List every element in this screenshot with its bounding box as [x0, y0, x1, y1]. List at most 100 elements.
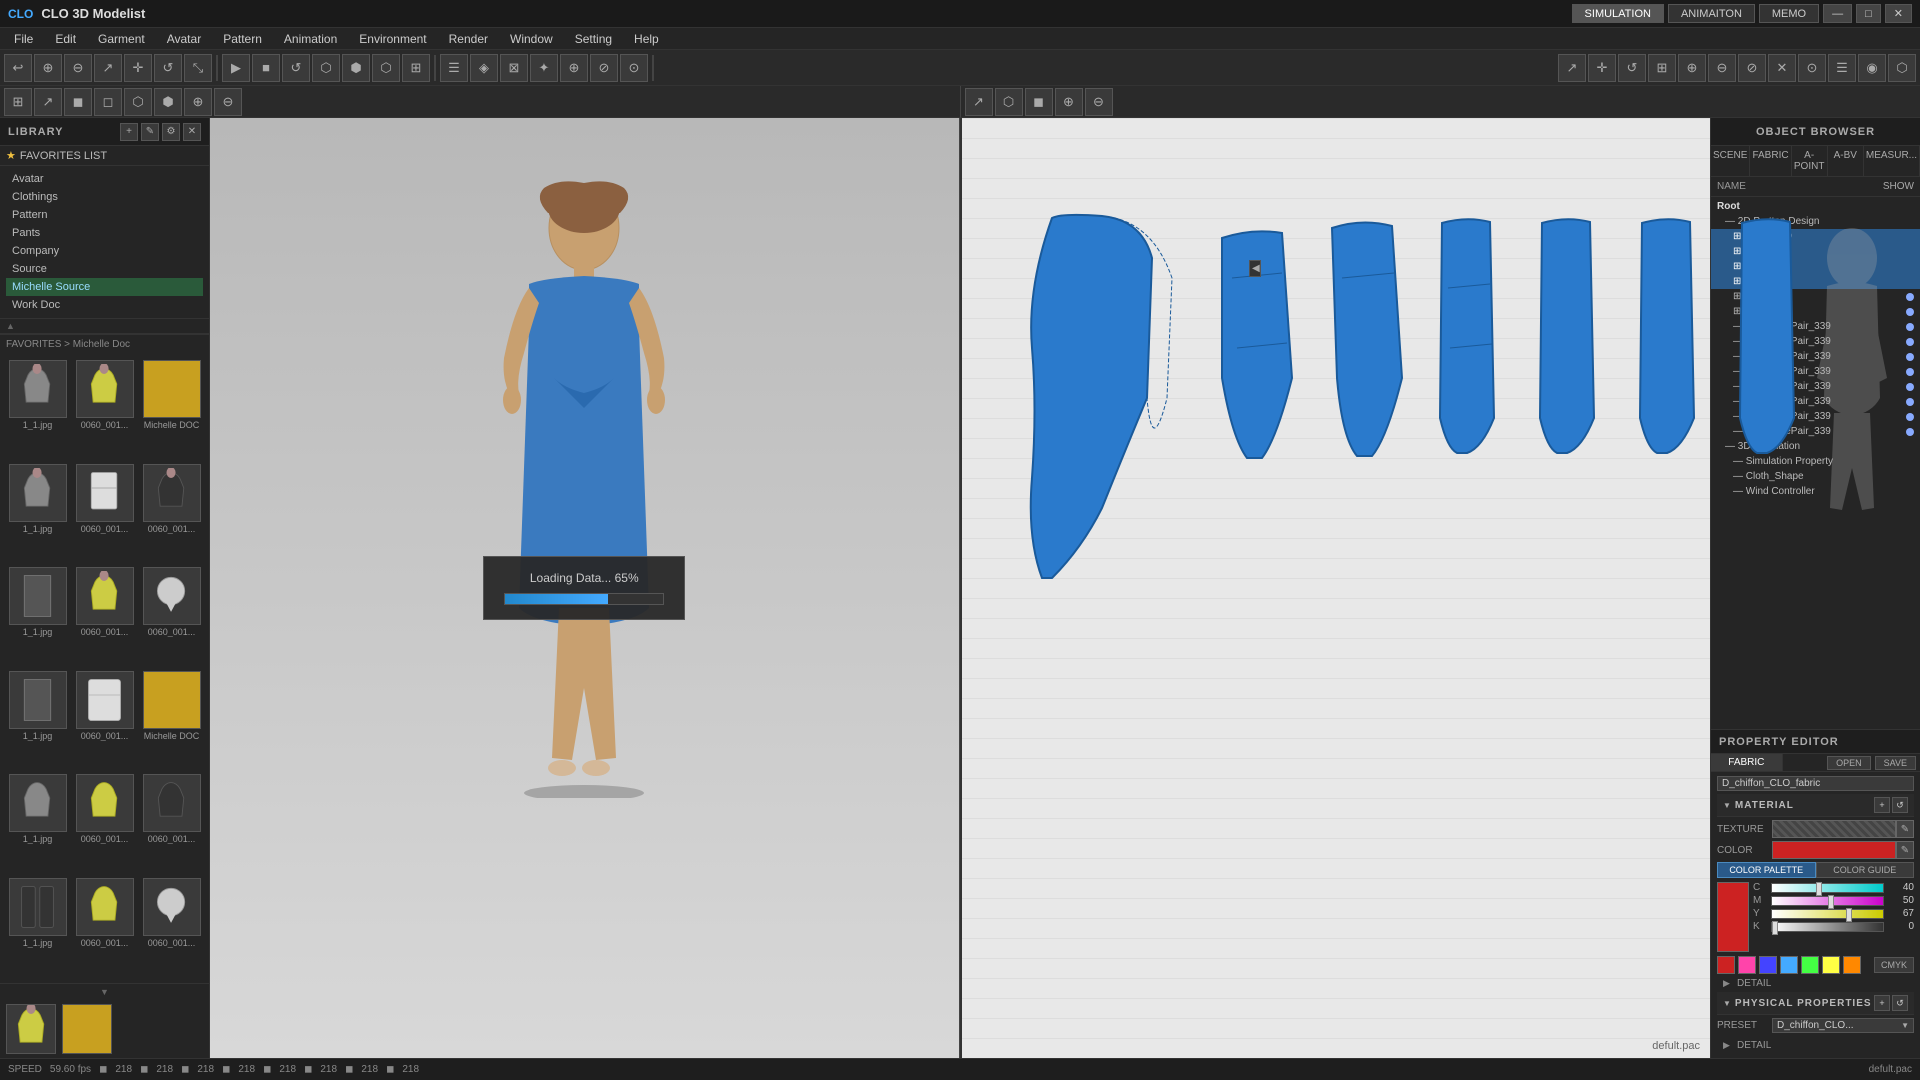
tb-btn-2[interactable]: ⊕ — [34, 54, 62, 82]
menu-pattern[interactable]: Pattern — [213, 30, 272, 48]
tb-right-1[interactable]: ↗ — [1558, 54, 1586, 82]
tb2-btn-1[interactable]: ⊞ — [4, 88, 32, 116]
tb-btn-15[interactable]: ⊙ — [620, 54, 648, 82]
nav-pants[interactable]: Pants — [6, 224, 203, 242]
tb-right-5[interactable]: ⊕ — [1678, 54, 1706, 82]
nav-source[interactable]: Source — [6, 260, 203, 278]
list-item[interactable]: 1_1.jpg — [6, 878, 69, 978]
panel-collapse-btn[interactable]: ◀ — [1249, 260, 1261, 277]
tb-right-8[interactable]: ✕ — [1768, 54, 1796, 82]
nav-clothings[interactable]: Clothings — [6, 188, 203, 206]
library-icon-add[interactable]: + — [120, 123, 138, 141]
tb2-right-1[interactable]: ↗ — [965, 88, 993, 116]
tb-right-10[interactable]: ☰ — [1828, 54, 1856, 82]
tb-btn-10[interactable]: ◈ — [470, 54, 498, 82]
menu-help[interactable]: Help — [624, 30, 669, 48]
material-icon-1[interactable]: + — [1874, 797, 1890, 813]
list-item[interactable]: 0060_001... — [140, 464, 203, 564]
tb2-btn-5[interactable]: ⬡ — [124, 88, 152, 116]
material-icon-2[interactable]: ↺ — [1892, 797, 1908, 813]
list-item[interactable]: 0060_001... — [140, 567, 203, 667]
tb-btn-5[interactable]: ⬡ — [312, 54, 340, 82]
library-icon-settings[interactable]: ⚙ — [162, 123, 180, 141]
ob-show-button[interactable]: SHOW — [1883, 181, 1914, 192]
maximize-button[interactable]: □ — [1856, 4, 1881, 23]
menu-window[interactable]: Window — [500, 30, 563, 48]
tb2-right-4[interactable]: ⊕ — [1055, 88, 1083, 116]
ob-tab-scene[interactable]: SCENE — [1711, 146, 1750, 176]
list-item[interactable]: 1_1.jpg — [6, 671, 69, 771]
menu-edit[interactable]: Edit — [45, 30, 86, 48]
list-item[interactable]: 1_1.jpg — [6, 464, 69, 564]
viewport-2d[interactable]: defult.pac — [962, 118, 1711, 1058]
cp-tab-guide[interactable]: COLOR GUIDE — [1816, 862, 1915, 878]
tb-btn-7[interactable]: ⬡ — [372, 54, 400, 82]
tb2-btn-4[interactable]: ◻ — [94, 88, 122, 116]
swatch-pink[interactable] — [1738, 956, 1756, 974]
tb2-right-2[interactable]: ⬡ — [995, 88, 1023, 116]
list-item[interactable]: 0060_001... — [73, 774, 136, 874]
tb-right-4[interactable]: ⊞ — [1648, 54, 1676, 82]
swatch-lightblue[interactable] — [1780, 956, 1798, 974]
cmyk-y-handle[interactable] — [1846, 908, 1852, 922]
physical-section-header[interactable]: ▼ PHYSICAL PROPERTIES + ↺ — [1717, 992, 1914, 1015]
viewport-3d[interactable]: Loading Data... 65% — [210, 118, 960, 1058]
tb-btn-sim[interactable]: ▶ — [222, 54, 250, 82]
menu-render[interactable]: Render — [439, 30, 498, 48]
tb-right-9[interactable]: ⊙ — [1798, 54, 1826, 82]
list-item[interactable]: 1_1.jpg — [6, 360, 69, 460]
pe-tab-fabric[interactable]: FABRIC — [1711, 754, 1783, 771]
swatch-red[interactable] — [1717, 956, 1735, 974]
texture-edit-btn[interactable]: ✎ — [1896, 820, 1914, 838]
library-icon-close[interactable]: ✕ — [183, 123, 201, 141]
tb-btn-move[interactable]: ✛ — [124, 54, 152, 82]
fabric-name-input[interactable] — [1717, 776, 1914, 791]
tb-btn-scale[interactable]: ⤡ — [184, 54, 212, 82]
menu-setting[interactable]: Setting — [565, 30, 622, 48]
ob-tab-abv[interactable]: A-BV — [1828, 146, 1864, 176]
cmyk-mode-btn[interactable]: CMYK — [1874, 957, 1914, 973]
tb-right-12[interactable]: ⬡ — [1888, 54, 1916, 82]
detail-row-2[interactable]: ▶ DETAIL — [1717, 1036, 1914, 1054]
close-button[interactable]: ✕ — [1885, 4, 1912, 23]
tb2-btn-8[interactable]: ⊖ — [214, 88, 242, 116]
ob-tab-fabric[interactable]: FABRIC — [1750, 146, 1791, 176]
tb-btn-9[interactable]: ☰ — [440, 54, 468, 82]
menu-animation[interactable]: Animation — [274, 30, 347, 48]
tb-btn-reset[interactable]: ↺ — [282, 54, 310, 82]
list-item[interactable]: 0060_001... — [140, 878, 203, 978]
tb2-btn-7[interactable]: ⊕ — [184, 88, 212, 116]
nav-avatar[interactable]: Avatar — [6, 170, 203, 188]
tb2-btn-6[interactable]: ⬢ — [154, 88, 182, 116]
tb-btn-3[interactable]: ⊖ — [64, 54, 92, 82]
tb-btn-stop[interactable]: ■ — [252, 54, 280, 82]
tb-right-7[interactable]: ⊘ — [1738, 54, 1766, 82]
tb2-btn-3[interactable]: ◼ — [64, 88, 92, 116]
minimize-button[interactable]: — — [1823, 4, 1852, 23]
list-item-bottom[interactable] — [0, 1000, 209, 1058]
list-item[interactable]: 0060_001... — [140, 774, 203, 874]
preset-value[interactable]: D_chiffon_CLO... ▼ — [1772, 1018, 1914, 1033]
tb-right-11[interactable]: ◉ — [1858, 54, 1886, 82]
list-item[interactable]: 1_1.jpg — [6, 774, 69, 874]
list-item[interactable]: 0060_001... — [73, 878, 136, 978]
nav-work-doc[interactable]: Work Doc — [6, 296, 203, 314]
nav-pattern[interactable]: Pattern — [6, 206, 203, 224]
tb2-right-5[interactable]: ⊖ — [1085, 88, 1113, 116]
cmyk-m-handle[interactable] — [1828, 895, 1834, 909]
pe-open-btn[interactable]: OPEN — [1827, 756, 1871, 770]
ob-tab-apoint[interactable]: A-POINT — [1792, 146, 1828, 176]
tb-right-2[interactable]: ✛ — [1588, 54, 1616, 82]
tb-right-6[interactable]: ⊖ — [1708, 54, 1736, 82]
menu-file[interactable]: File — [4, 30, 43, 48]
nav-michelle-source[interactable]: Michelle Source — [6, 278, 203, 296]
list-item[interactable]: Michelle DOC — [140, 671, 203, 771]
menu-environment[interactable]: Environment — [349, 30, 436, 48]
ob-tab-measur[interactable]: MEASUR... — [1864, 146, 1920, 176]
tab-memo[interactable]: MEMO — [1759, 4, 1819, 23]
swatch-green[interactable] — [1801, 956, 1819, 974]
list-item[interactable]: Michelle DOC — [140, 360, 203, 460]
tb-btn-rotate[interactable]: ↺ — [154, 54, 182, 82]
material-section-header[interactable]: ▼ MATERIAL + ↺ — [1717, 794, 1914, 817]
tb-right-3[interactable]: ↺ — [1618, 54, 1646, 82]
